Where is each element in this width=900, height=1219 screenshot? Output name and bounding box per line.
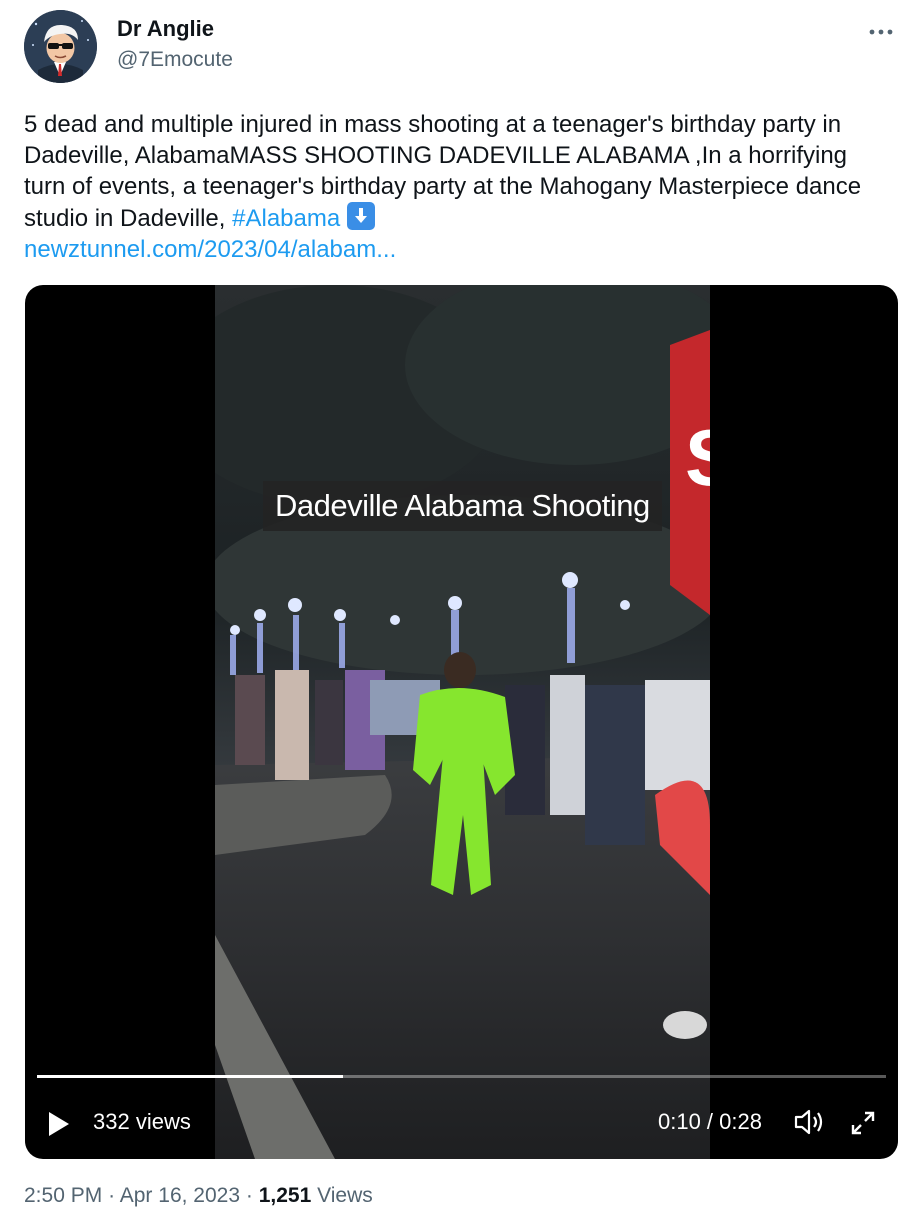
tweet-date[interactable]: Apr 16, 2023 — [120, 1184, 240, 1207]
meta-separator: · — [108, 1184, 116, 1207]
views-label: Views — [317, 1184, 373, 1207]
tweet-body: 5 dead and multiple injured in mass shoo… — [24, 111, 862, 232]
author-name[interactable]: Dr Anglie — [117, 16, 214, 42]
play-icon[interactable] — [47, 1111, 71, 1142]
video-player[interactable]: S Dadeville Alabama Shooting 332 views 0… — [25, 285, 898, 1159]
author-handle[interactable]: @7Emocute — [117, 48, 233, 72]
more-options-icon[interactable] — [868, 14, 894, 40]
video-progress-bar[interactable] — [37, 1075, 886, 1078]
video-frame: S — [215, 285, 710, 1159]
video-caption: Dadeville Alabama Shooting — [263, 481, 662, 531]
video-progress-fill — [37, 1075, 343, 1078]
avatar[interactable] — [24, 10, 97, 83]
views-count: 1,251 — [258, 1184, 312, 1207]
video-time: 0:10 / 0:28 — [658, 1109, 762, 1134]
article-link[interactable]: newztunnel.com/2023/04/alabam... — [24, 236, 396, 263]
tweet-time[interactable]: 2:50 PM — [24, 1184, 102, 1207]
down-arrow-icon — [346, 202, 375, 230]
hashtag-link[interactable]: #Alabama — [232, 205, 340, 232]
svg-text:S: S — [685, 413, 710, 502]
fullscreen-icon[interactable] — [849, 1109, 877, 1142]
volume-icon[interactable] — [793, 1108, 825, 1141]
tweet-text: 5 dead and multiple injured in mass shoo… — [24, 109, 886, 265]
meta-separator-2: · — [245, 1184, 253, 1207]
video-views: 332 views — [93, 1109, 191, 1134]
tweet-meta: 2:50 PM · Apr 16, 2023 · 1,251 Views — [24, 1184, 373, 1208]
